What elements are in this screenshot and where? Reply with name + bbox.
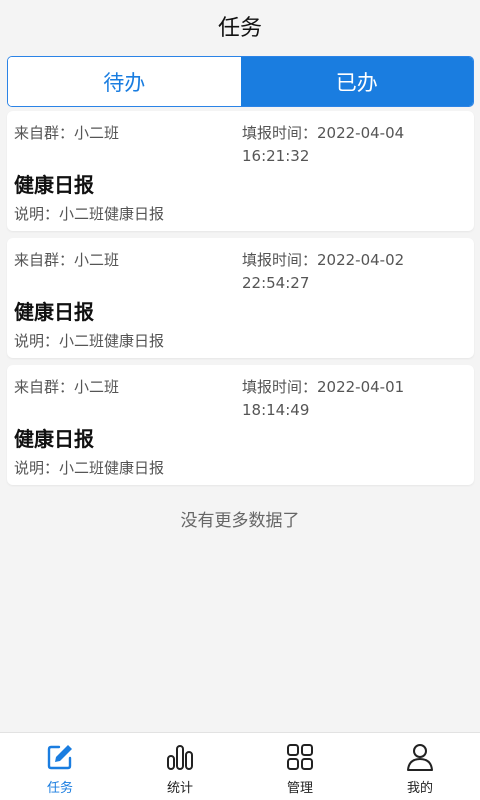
card-source-group: 来自群：小二班	[14, 378, 120, 396]
tab-done[interactable]: 已办	[240, 57, 473, 106]
card-submit-clock: 18:14:49	[242, 401, 310, 419]
card-submit-date: 填报时间：2022-04-04	[242, 124, 405, 142]
card-source-group: 来自群：小二班	[14, 251, 120, 269]
task-card[interactable]: 来自群：小二班 填报时间：2022-04-04 16:21:32 健康日报 说明…	[7, 111, 474, 231]
tabbar-item-tasks[interactable]: 任务	[0, 733, 120, 800]
task-card[interactable]: 来自群：小二班 填报时间：2022-04-01 18:14:49 健康日报 说明…	[7, 365, 474, 485]
edit-icon	[47, 745, 72, 770]
card-submit-date: 填报时间：2022-04-01	[242, 378, 405, 396]
status-segmented-control: 待办 已办	[7, 56, 474, 107]
page-header: 任务	[0, 0, 480, 52]
card-title: 健康日报	[14, 427, 94, 451]
card-description: 说明：小二班健康日报	[14, 332, 165, 350]
tabbar-label: 我的	[406, 781, 433, 796]
card-submit-time: 填报时间：2022-04-01 18:14:49	[242, 376, 432, 422]
grid-icon	[287, 744, 313, 770]
card-description: 说明：小二班健康日报	[14, 205, 165, 223]
tabbar-label: 任务	[46, 781, 73, 796]
page-title: 任务	[217, 16, 262, 41]
tabbar-label: 统计	[166, 781, 193, 796]
card-title: 健康日报	[14, 300, 94, 324]
tab-todo[interactable]: 待办	[8, 57, 241, 106]
bar-chart-icon	[167, 745, 193, 770]
task-list: 来自群：小二班 填报时间：2022-04-04 16:21:32 健康日报 说明…	[7, 111, 474, 492]
card-submit-time: 填报时间：2022-04-02 22:54:27	[242, 249, 432, 295]
card-description: 说明：小二班健康日报	[14, 459, 165, 477]
tabbar-item-stats[interactable]: 统计	[120, 733, 240, 800]
tabbar-label: 管理	[286, 781, 313, 796]
card-submit-time: 填报时间：2022-04-04 16:21:32	[242, 122, 432, 168]
card-submit-clock: 16:21:32	[242, 147, 310, 165]
task-card[interactable]: 来自群：小二班 填报时间：2022-04-02 22:54:27 健康日报 说明…	[7, 238, 474, 358]
tabbar-item-manage[interactable]: 管理	[240, 733, 360, 800]
card-submit-date: 填报时间：2022-04-02	[242, 251, 405, 269]
card-submit-clock: 22:54:27	[242, 274, 310, 292]
card-title: 健康日报	[14, 173, 94, 197]
card-source-group: 来自群：小二班	[14, 124, 120, 142]
bottom-tab-bar: 任务 统计 管理 我的	[0, 732, 480, 800]
user-icon	[407, 744, 433, 771]
tabbar-item-profile[interactable]: 我的	[360, 733, 480, 800]
list-end-message: 没有更多数据了	[180, 511, 300, 531]
